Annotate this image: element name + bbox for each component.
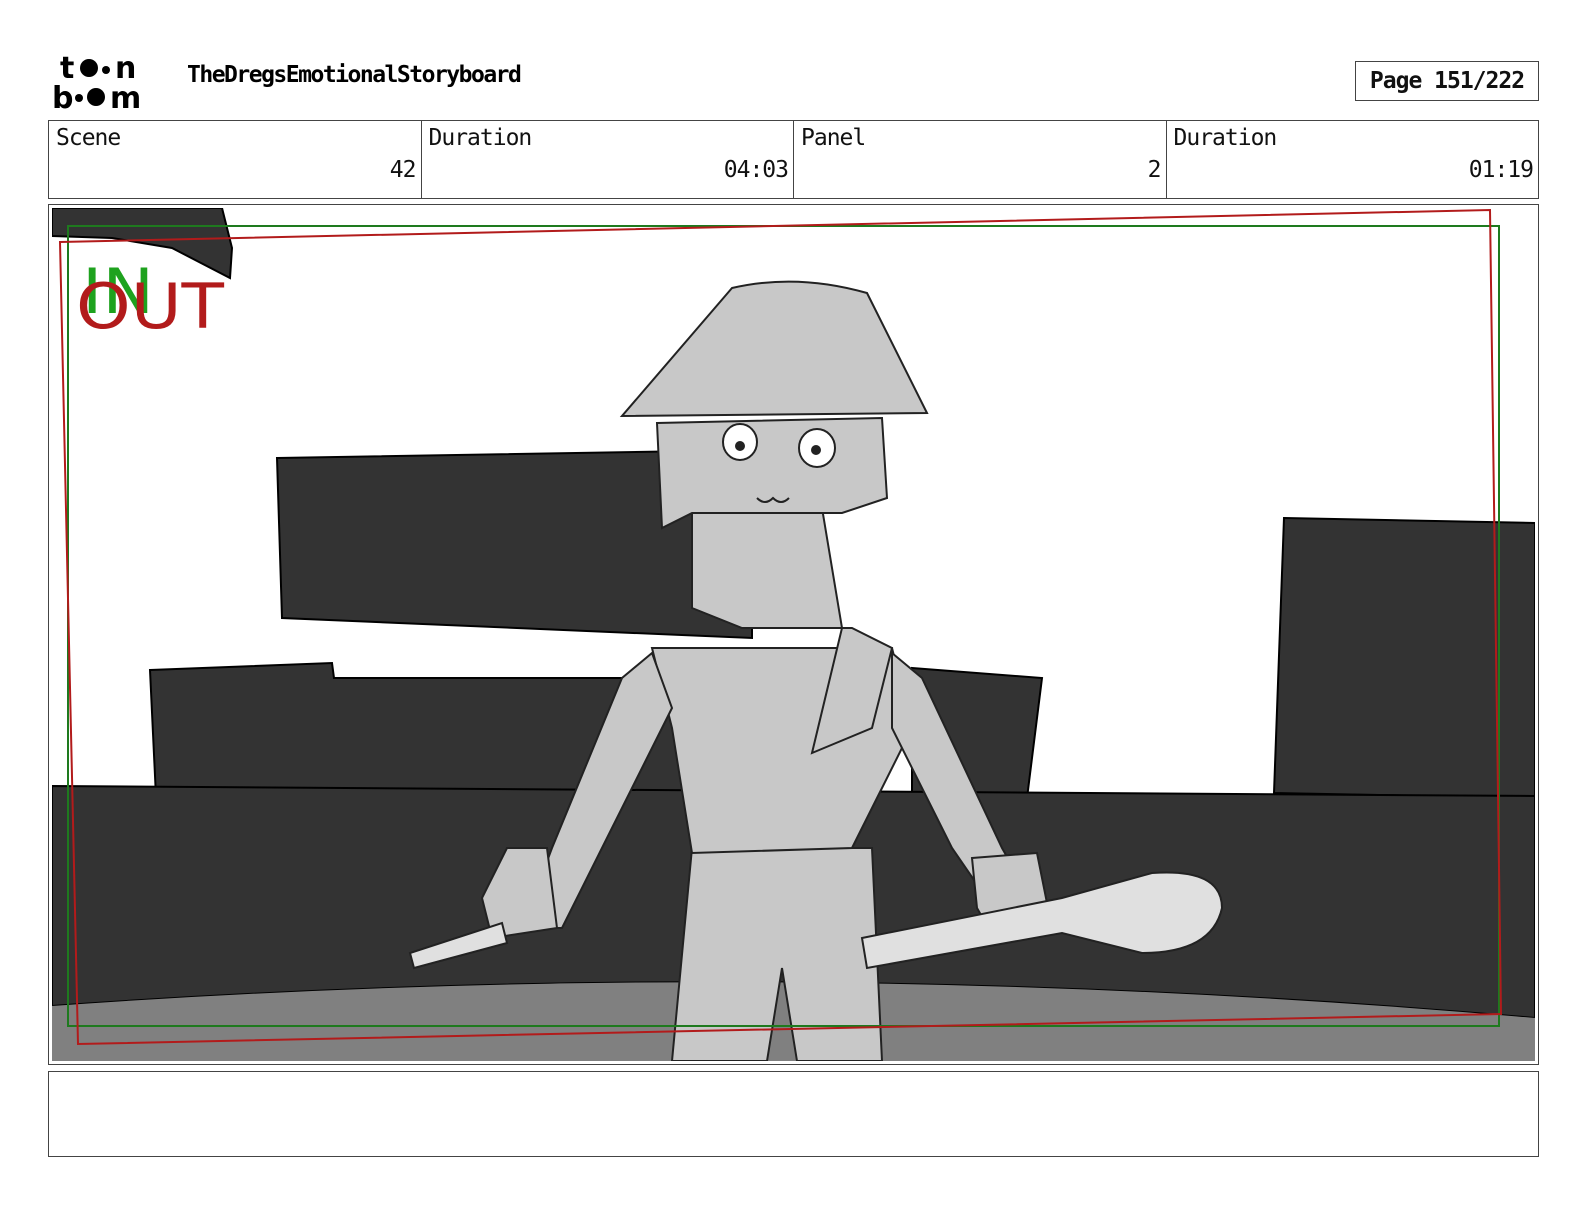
panel-duration-value: 01:19 [1468, 157, 1534, 183]
panel-cell: Panel 2 [794, 121, 1167, 198]
panel-info-table: Scene 42 Duration 04:03 Panel 2 Duration… [48, 120, 1539, 199]
out-marker: OUT [76, 270, 225, 343]
page-number: Page 151/222 [1355, 61, 1539, 101]
svg-text:b: b [52, 81, 73, 112]
scene-label: Scene [56, 125, 121, 151]
storyboard-panel-drawing: IN OUT [52, 208, 1535, 1061]
scene-duration-label: Duration [428, 125, 533, 151]
panel-value: 2 [1147, 157, 1162, 183]
scene-duration-cell: Duration 04:03 [422, 121, 794, 198]
scene-cell: Scene 42 [49, 121, 422, 198]
svg-text:m: m [110, 81, 141, 112]
project-title: TheDregsEmotionalStoryboard [187, 62, 522, 88]
scene-value: 42 [389, 157, 417, 183]
scene-duration-value: 04:03 [723, 157, 789, 183]
panel-label: Panel [801, 125, 866, 151]
panel-duration-cell: Duration 01:19 [1167, 121, 1539, 198]
toonboom-logo: t n b m [52, 51, 141, 112]
panel-notes-box [48, 1071, 1539, 1157]
panel-duration-label: Duration [1173, 125, 1278, 151]
